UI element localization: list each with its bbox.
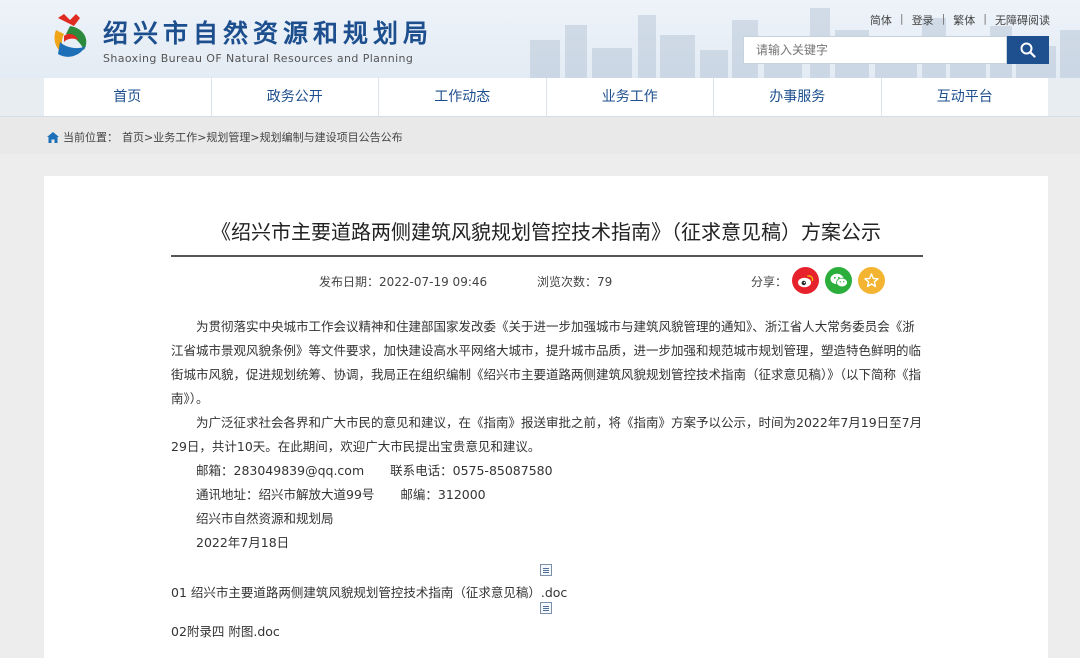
title-divider <box>171 255 923 257</box>
doc-file-icon <box>540 602 552 614</box>
star-icon <box>864 273 879 288</box>
weibo-icon <box>798 274 814 287</box>
paragraph-intro: 为贯彻落实中央城市工作会议精神和住建部国家发改委《关于进一步加强城市与建筑风貌管… <box>171 319 922 406</box>
nav-interaction[interactable]: 互动平台 <box>881 78 1048 116</box>
separator: | <box>983 12 987 25</box>
breadcrumb-path[interactable]: 首页>业务工作>规划管理>规划编制与建设项目公告公布 <box>122 129 403 145</box>
nav-work-news[interactable]: 工作动态 <box>379 78 547 116</box>
link-simplified[interactable]: 简体 <box>870 12 892 28</box>
wechat-icon <box>830 273 848 288</box>
share-label: 分享： <box>751 275 788 289</box>
article-body: 为贯彻落实中央城市工作会议精神和住建部国家发改委《关于进一步加强城市与建筑风貌管… <box>171 315 923 555</box>
breadcrumb: 当前位置： 首页>业务工作>规划管理>规划编制与建设项目公告公布 <box>47 129 403 145</box>
nav-home[interactable]: 首页 <box>44 78 212 116</box>
view-count: 浏览次数：79 <box>537 275 613 289</box>
bureau-logo-icon[interactable] <box>50 12 92 62</box>
search-icon <box>1020 42 1036 58</box>
signature-org: 绍兴市自然资源和规划局 <box>196 511 334 526</box>
contact-address: 通讯地址：绍兴市解放大道99号 <box>196 487 375 502</box>
separator: | <box>899 12 904 25</box>
nav-services[interactable]: 办事服务 <box>714 78 882 116</box>
article-panel: 《绍兴市主要道路两侧建筑风貌规划管控技术指南》（征求意见稿）方案公示 发布日期：… <box>44 176 1048 658</box>
doc-file-icon <box>540 564 552 576</box>
search-button[interactable] <box>1007 36 1049 64</box>
signature-date: 2022年7月18日 <box>196 535 290 550</box>
share-wechat-button[interactable] <box>825 267 852 294</box>
site-name-english: Shaoxing Bureau OF Natural Resources and… <box>103 52 414 65</box>
site-header: 绍兴市自然资源和规划局 Shaoxing Bureau OF Natural R… <box>0 0 1080 78</box>
nav-government-affairs[interactable]: 政务公开 <box>211 78 379 116</box>
breadcrumb-prefix: 当前位置： <box>63 131 118 144</box>
publish-date: 发布日期：2022-07-19 09:46 <box>319 275 488 289</box>
share-favorite-button[interactable] <box>858 267 885 294</box>
attachment-link-1[interactable]: 01 绍兴市主要道路两侧建筑风貌规划管控技术指南（征求意见稿）.doc <box>171 582 567 601</box>
link-accessibility[interactable]: 无障碍阅读 <box>995 12 1050 28</box>
search-input[interactable] <box>743 36 1007 64</box>
contact-phone: 联系电话：0575-85087580 <box>390 463 553 478</box>
link-login[interactable]: 登录 <box>912 12 934 28</box>
top-links: 简体 | 登录 | 繁体 | 无障碍阅读 <box>870 12 1050 28</box>
site-name-chinese: 绍兴市自然资源和规划局 <box>103 19 434 48</box>
attachment-link-2[interactable]: 02附录四 附图.doc <box>171 621 280 640</box>
contact-row: 邮箱：283049839@qq.com 联系电话：0575-85087580 <box>171 459 923 483</box>
paragraph-notice: 为广泛征求社会各界和广大市民的意见和建议，在《指南》报送审批之前，将《指南》方案… <box>171 415 923 454</box>
share-weibo-button[interactable] <box>792 267 819 294</box>
search-box <box>743 36 1049 64</box>
breadcrumb-bar: 当前位置： 首页>业务工作>规划管理>规划编制与建设项目公告公布 <box>0 116 1080 154</box>
article-title: 《绍兴市主要道路两侧建筑风貌规划管控技术指南》（征求意见稿）方案公示 <box>211 220 881 244</box>
address-row: 通讯地址：绍兴市解放大道99号 邮编：312000 <box>171 483 923 507</box>
nav-business-work[interactable]: 业务工作 <box>546 78 714 116</box>
link-traditional[interactable]: 繁体 <box>953 12 975 28</box>
contact-email: 邮箱：283049839@qq.com <box>196 463 365 478</box>
main-nav: 首页 政务公开 工作动态 业务工作 办事服务 互动平台 <box>0 78 1080 116</box>
home-icon <box>47 131 59 143</box>
separator: | <box>941 12 946 25</box>
contact-postcode: 邮编：312000 <box>400 487 486 502</box>
